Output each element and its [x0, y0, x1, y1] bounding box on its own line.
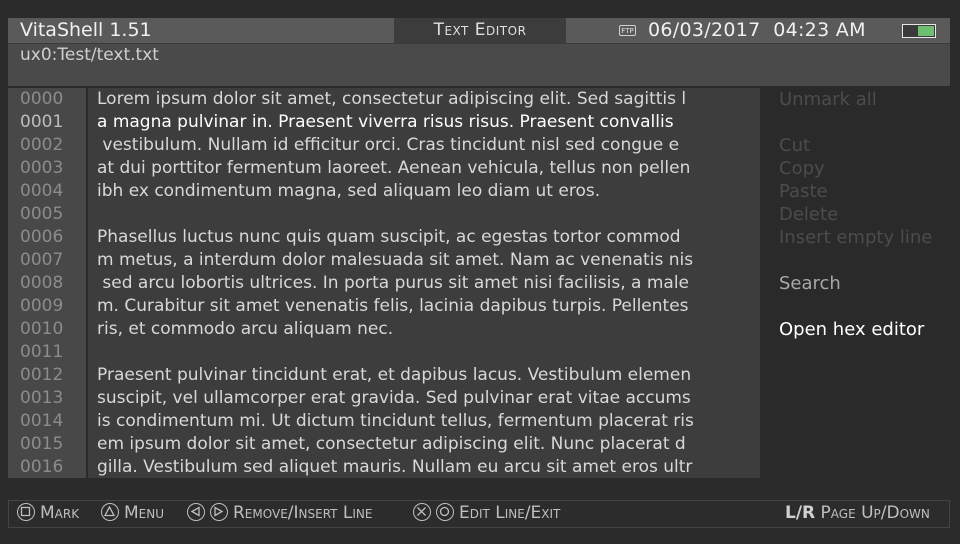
time: 04:23 AM	[773, 19, 866, 41]
square-button-icon	[17, 503, 35, 521]
line-number: 0011	[8, 341, 86, 364]
line-text[interactable]: is condimentum mi. Ut dictum tincidunt t…	[88, 410, 760, 433]
ftp-icon: FTP	[619, 25, 636, 36]
menu-item-paste[interactable]: Paste	[779, 181, 828, 202]
editor-line[interactable]: 0007 m metus, a interdum dolor malesuada …	[8, 249, 760, 272]
hint-remove-insert: Remove/Insert Line	[187, 503, 372, 525]
hint-remove-insert-label: Remove/Insert Line	[233, 503, 373, 523]
line-number: 0010	[8, 318, 86, 341]
hint-edit-exit-label: Edit Line/Exit	[459, 503, 561, 523]
editor-line[interactable]: 0009 m. Curabitur sit amet venenatis feli…	[8, 295, 760, 318]
line-text[interactable]: em ipsum dolor sit amet, consectetur adi…	[88, 433, 760, 456]
menu-item-copy[interactable]: Copy	[779, 158, 825, 179]
editor-line[interactable]: 0014 is condimentum mi. Ut dictum tincidu…	[8, 410, 760, 433]
line-text[interactable]: sed arcu lobortis ultrices. In porta pur…	[88, 272, 760, 295]
editor-line[interactable]: 0012 Praesent pulvinar tincidunt erat, et…	[8, 364, 760, 387]
triangle-button-icon	[101, 503, 119, 521]
hint-mark-label: Mark	[40, 503, 80, 523]
cross-button-icon	[413, 503, 431, 521]
editor-line[interactable]: 0003 at dui porttitor fermentum laoreet. …	[8, 157, 760, 180]
hint-page-label: Page Up/Down	[820, 503, 930, 523]
line-text[interactable]: at dui porttitor fermentum laoreet. Aene…	[88, 157, 760, 180]
hint-page: L/R Page Up/Down	[785, 503, 930, 525]
line-number: 0001	[8, 111, 86, 134]
line-number: 0015	[8, 433, 86, 456]
path-bar: ux0:Test/text.txt	[8, 43, 950, 86]
menu-item-delete[interactable]: Delete	[779, 204, 838, 225]
editor-line[interactable]: 0010 ris, et commodo arcu aliquam nec.	[8, 318, 760, 341]
line-text[interactable]: m. Curabitur sit amet venenatis felis, l…	[88, 295, 760, 318]
context-menu: Unmark all Cut Copy Paste Delete Insert empty…	[760, 86, 960, 478]
hint-menu: Menu	[101, 503, 164, 525]
lr-keys: L/R	[785, 503, 816, 523]
dpad-right-icon	[210, 503, 228, 521]
line-text[interactable]	[88, 341, 760, 364]
hint-edit-exit: Edit Line/Exit	[413, 503, 560, 525]
editor-line[interactable]: 0006 Phasellus luctus nunc quis quam susc…	[8, 226, 760, 249]
line-text[interactable]: m metus, a interdum dolor malesuada sit …	[88, 249, 760, 272]
dpad-left-icon	[187, 503, 205, 521]
editor-line[interactable]: 0013 suscipit, vel ullamcorper erat gravi…	[8, 387, 760, 410]
line-number: 0004	[8, 180, 86, 203]
menu-item-unmark-all[interactable]: Unmark all	[779, 89, 877, 110]
line-number: 0012	[8, 364, 86, 387]
line-number: 0003	[8, 157, 86, 180]
menu-item-open-hex-editor[interactable]: Open hex editor	[779, 319, 924, 340]
line-text[interactable]: Praesent pulvinar tincidunt erat, et dap…	[88, 364, 760, 387]
text-editor[interactable]: 0000 Lorem ipsum dolor sit amet, consecte…	[8, 88, 760, 478]
line-text[interactable]: gilla. Vestibulum sed aliquet mauris. Nu…	[88, 456, 760, 478]
line-number: 0002	[8, 134, 86, 157]
status-bar: VitaShell 1.51 Text Editor FTP 06/03/201…	[8, 18, 950, 43]
hint-mark: Mark	[17, 503, 79, 525]
editor-line[interactable]: 0000 Lorem ipsum dolor sit amet, consecte…	[8, 88, 760, 111]
line-number: 0007	[8, 249, 86, 272]
line-number: 0014	[8, 410, 86, 433]
line-number: 0006	[8, 226, 86, 249]
line-number: 0016	[8, 456, 86, 478]
circle-button-icon	[436, 503, 454, 521]
editor-line[interactable]: 0011	[8, 341, 760, 364]
app-title: VitaShell 1.51	[20, 19, 152, 41]
hint-menu-label: Menu	[124, 503, 165, 523]
mode-title: Text Editor	[394, 18, 566, 43]
line-number: 0000	[8, 88, 86, 111]
line-text[interactable]: ibh ex condimentum magna, sed aliquam le…	[88, 180, 760, 203]
line-text[interactable]: vestibulum. Nullam id efficitur orci. Cr…	[88, 134, 760, 157]
line-text[interactable]: Lorem ipsum dolor sit amet, consectetur …	[88, 88, 760, 111]
date: 06/03/2017	[648, 19, 761, 41]
menu-item-insert-empty-line[interactable]: Insert empty line	[779, 227, 932, 248]
battery-icon	[902, 24, 936, 38]
line-text[interactable]: a magna pulvinar in. Praesent viverra ri…	[88, 111, 760, 134]
line-number: 0013	[8, 387, 86, 410]
battery-level	[917, 26, 934, 36]
editor-line[interactable]: 0008 sed arcu lobortis ultrices. In port…	[8, 272, 760, 295]
line-number: 0009	[8, 295, 86, 318]
editor-line[interactable]: 0015 em ipsum dolor sit amet, consectetur…	[8, 433, 760, 456]
datetime: 06/03/2017 04:23 AM	[648, 19, 866, 41]
line-text[interactable]: Phasellus luctus nunc quis quam suscipit…	[88, 226, 760, 249]
file-path: ux0:Test/text.txt	[20, 45, 159, 65]
editor-line[interactable]: 0004 ibh ex condimentum magna, sed aliqua…	[8, 180, 760, 203]
line-text[interactable]: ris, et commodo arcu aliquam nec.	[88, 318, 760, 341]
line-text[interactable]	[88, 203, 760, 226]
line-number: 0005	[8, 203, 86, 226]
editor-line[interactable]: 0016 gilla. Vestibulum sed aliquet mauris…	[8, 456, 760, 478]
line-number: 0008	[8, 272, 86, 295]
menu-item-cut[interactable]: Cut	[779, 135, 810, 156]
editor-line[interactable]: 0002 vestibulum. Nullam id efficitur orc…	[8, 134, 760, 157]
editor-line[interactable]: 0005	[8, 203, 760, 226]
menu-item-search[interactable]: Search	[779, 273, 841, 294]
line-text[interactable]: suscipit, vel ullamcorper erat gravida. …	[88, 387, 760, 410]
help-bar: Mark Menu Remove/Insert Line Edit Line/E…	[8, 500, 950, 528]
editor-line[interactable]: 0001 a magna pulvinar in. Praesent viverr…	[8, 111, 760, 134]
